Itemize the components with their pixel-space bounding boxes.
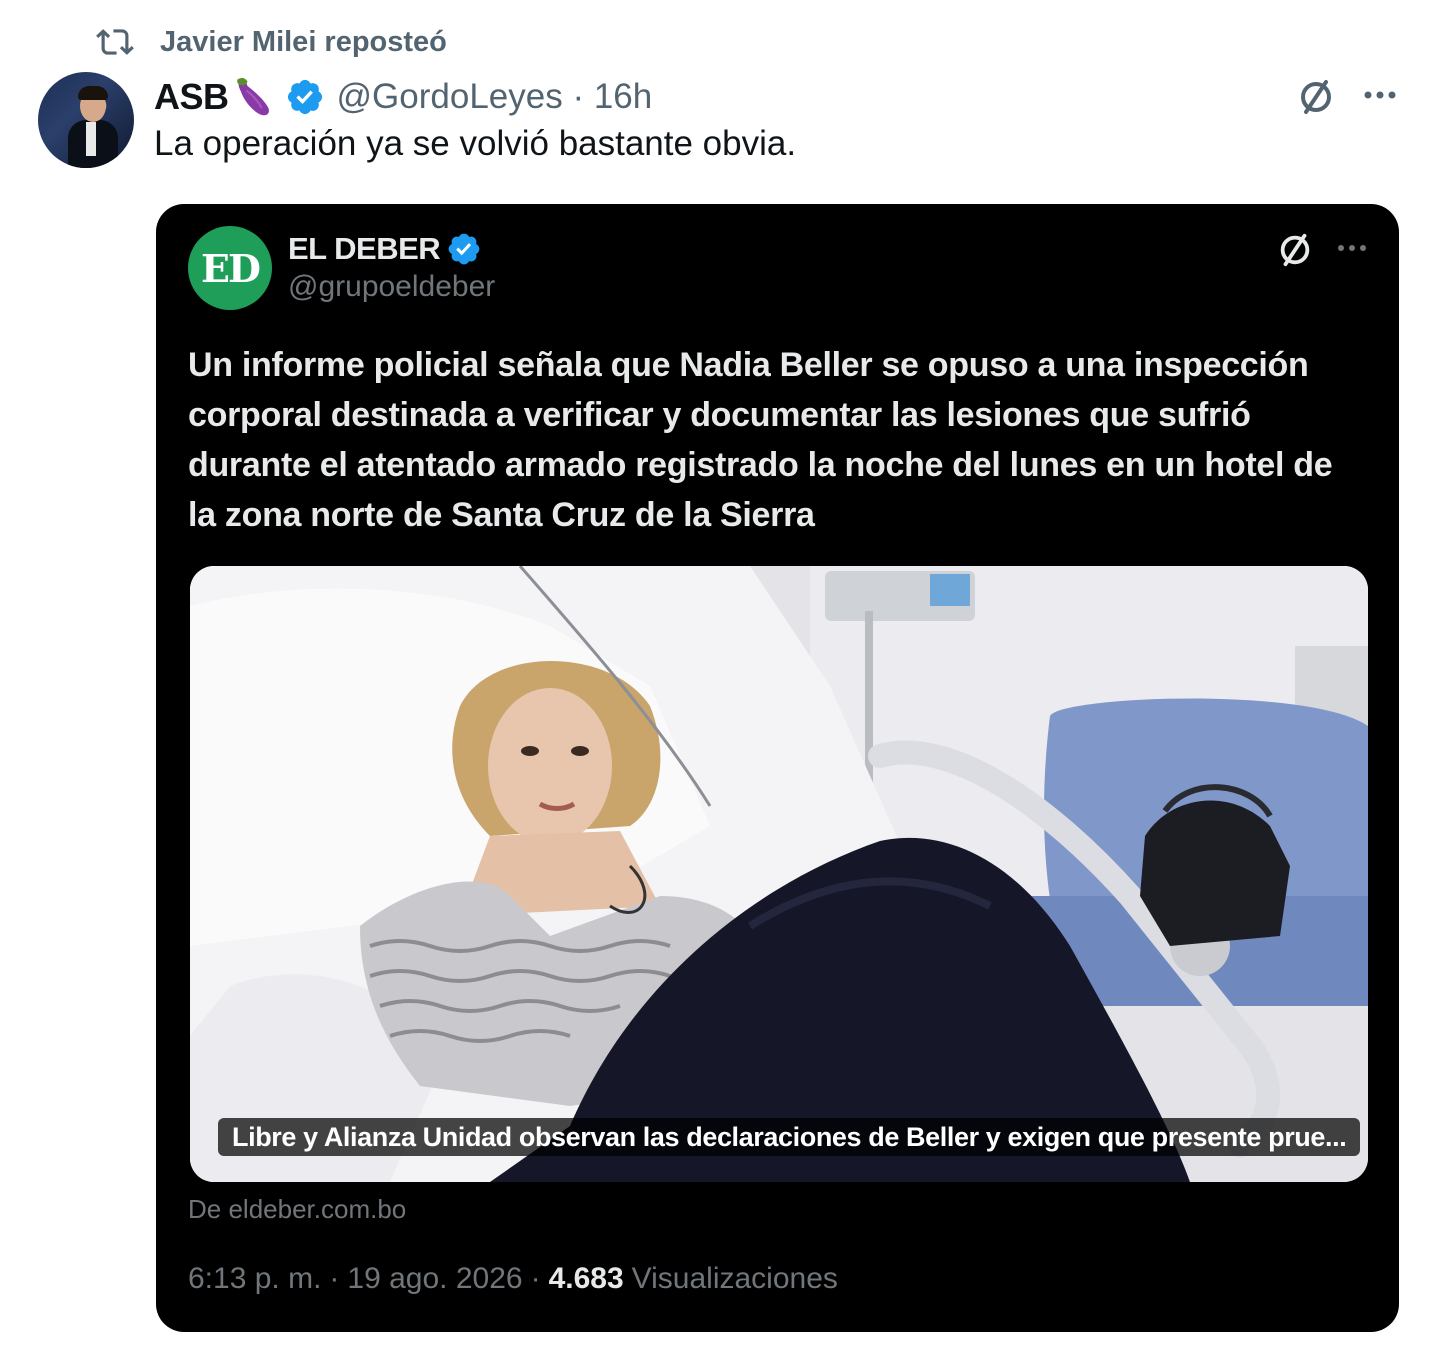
verified-badge-icon[interactable] [446, 231, 482, 267]
article-image[interactable]: Libre y Alianza Unidad observan las decl… [190, 566, 1368, 1182]
grok-icon[interactable] [1276, 230, 1314, 268]
tweet-text: La operación ya se volvió bastante obvia… [154, 124, 797, 163]
views-count[interactable]: 4.683 [549, 1262, 624, 1296]
post-time[interactable]: 6:13 p. m. [188, 1262, 321, 1296]
quoted-display-name[interactable]: EL DEBER [288, 231, 441, 267]
quoted-avatar[interactable]: ED [188, 226, 272, 310]
repost-indicator[interactable]: Javier Milei reposteó [96, 22, 447, 62]
avatar[interactable] [38, 72, 134, 168]
post-date[interactable]: 19 ago. 2026 [347, 1262, 522, 1296]
quoted-handle[interactable]: @grupoeldeber [288, 270, 495, 304]
grok-icon[interactable] [1296, 76, 1336, 116]
separator: · [530, 1262, 541, 1295]
eggplant-emoji-icon [236, 77, 269, 116]
separator: · [329, 1262, 340, 1295]
page: Javier Milei reposteó ASB @GordoLeyes · … [0, 0, 1440, 1346]
tweet-metadata: 6:13 p. m. · 19 ago. 2026 · 4.683 Visual… [188, 1262, 838, 1296]
separator: · [572, 77, 585, 116]
quoted-text: Un informe policial señala que Nadia Bel… [188, 346, 1333, 534]
repost-icon [96, 29, 134, 55]
quoted-tweet-card[interactable]: ED EL DEBER @grupoeldeber Un informe pol… [156, 204, 1399, 1332]
more-options-icon[interactable] [1334, 234, 1370, 262]
quoted-name-row: EL DEBER [288, 226, 482, 272]
views-label: Visualizaciones [631, 1262, 838, 1295]
more-options-icon[interactable] [1360, 80, 1400, 110]
tweet-header: ASB @GordoLeyes · 16h [154, 72, 652, 122]
link-source[interactable]: De eldeber.com.bo [188, 1194, 406, 1225]
display-name[interactable]: ASB [154, 76, 229, 118]
handle-and-time: @GordoLeyes · 16h [337, 77, 653, 117]
verified-badge-icon[interactable] [285, 77, 325, 117]
timestamp[interactable]: 16h [594, 77, 652, 116]
hospital-photo [190, 566, 1368, 1182]
repost-text: Javier Milei reposteó [160, 25, 447, 58]
media-caption: Libre y Alianza Unidad observan las decl… [218, 1118, 1361, 1156]
handle[interactable]: @GordoLeyes [337, 77, 563, 116]
